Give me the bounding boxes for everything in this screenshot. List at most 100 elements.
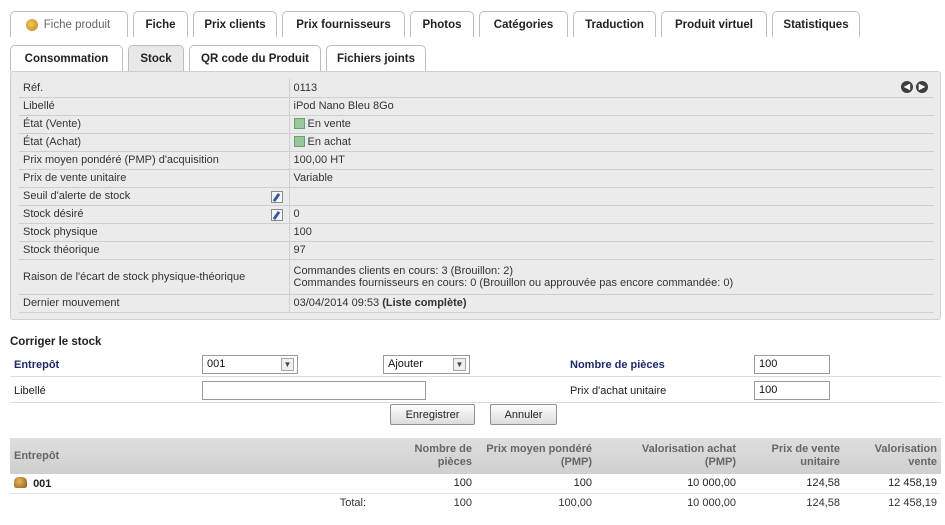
tab-photos[interactable]: Photos (410, 11, 474, 37)
stock-physique-label: Stock physique (19, 223, 290, 242)
tab-consommation[interactable]: Consommation (10, 45, 123, 71)
tab-bar-primary: Fiche produit Fiche Prix clients Prix fo… (10, 11, 865, 37)
info-row-stock-theorique: Stock théorique 97 (19, 241, 934, 260)
tab-fichiers-joints[interactable]: Fichiers joints (326, 45, 426, 71)
warehouse-stock-table: Entrepôt Nombre de pièces Prix moyen pon… (10, 438, 941, 512)
form-row-libelle: Libellé Prix d'achat unitaire 100 (10, 380, 941, 403)
edit-seuil-icon[interactable] (270, 190, 283, 203)
prix-vente-value: Variable (289, 169, 934, 188)
col-valorisation-vente: Valorisation vente (844, 438, 941, 474)
row-val-vente: 12 458,19 (844, 474, 941, 494)
tab-qr-code[interactable]: QR code du Produit (189, 45, 321, 71)
total-pmp: 100,00 (476, 492, 596, 512)
tab-prix-fournisseurs[interactable]: Prix fournisseurs (282, 11, 405, 37)
info-row-ref: Réf. 0113 ◀ ▶ (19, 79, 934, 98)
etat-achat-label: État (Achat) (19, 133, 290, 152)
next-record-icon[interactable]: ▶ (916, 81, 928, 93)
etat-vente-label: État (Vente) (19, 115, 290, 134)
chevron-down-icon: ▼ (281, 358, 294, 371)
tab-statistiques[interactable]: Statistiques (772, 11, 860, 37)
row-val-achat: 10 000,00 (596, 474, 740, 494)
ref-label: Réf. (19, 79, 290, 98)
row-pv: 124,58 (740, 474, 844, 494)
raison-line-fournisseurs: Commandes fournisseurs en cours: 0 (Brou… (293, 276, 734, 289)
raison-line-clients: Commandes clients en cours: 3 (Brouillon… (293, 264, 513, 277)
info-row-prix-vente: Prix de vente unitaire Variable (19, 169, 934, 188)
libelle-value: iPod Nano Bleu 8Go (289, 97, 934, 116)
product-icon (25, 18, 38, 31)
etat-vente-value: En vente (307, 118, 351, 130)
tab-stock[interactable]: Stock (128, 45, 184, 71)
product-info-card: Réf. 0113 ◀ ▶ Libellé iPod Nano Bleu 8Go… (10, 71, 941, 320)
chevron-down-icon: ▼ (453, 358, 466, 371)
col-prix-vente: Prix de vente unitaire (740, 438, 844, 474)
prix-achat-label: Prix d'achat unitaire (570, 385, 667, 397)
table-header-row: Entrepôt Nombre de pièces Prix moyen pon… (10, 438, 941, 474)
info-row-etat-achat: État (Achat) En achat (19, 133, 934, 152)
action-select-value: Ajouter (388, 358, 423, 370)
dernier-mouvement-label: Dernier mouvement (19, 294, 290, 313)
col-pmp: Prix moyen pondéré (PMP) (476, 438, 596, 474)
record-nav: ◀ ▶ (901, 81, 928, 93)
nombre-pieces-input[interactable]: 100 (754, 355, 830, 374)
info-row-pmp: Prix moyen pondéré (PMP) d'acquisition 1… (19, 151, 934, 170)
tab-produit-virtuel[interactable]: Produit virtuel (661, 11, 767, 37)
dernier-mouvement-value: 03/04/2014 09:53 (293, 297, 380, 309)
total-val-vente: 12 458,19 (844, 492, 941, 512)
libelle-label: Libellé (19, 97, 290, 116)
row-pmp: 100 (476, 474, 596, 494)
cancel-button[interactable]: Annuler (490, 404, 557, 425)
previous-record-icon[interactable]: ◀ (901, 81, 913, 93)
pmp-value: 100,00 HT (289, 151, 934, 170)
stock-theorique-label: Stock théorique (19, 241, 290, 260)
seuil-label: Seuil d'alerte de stock (23, 190, 131, 202)
info-row-etat-vente: État (Vente) En vente (19, 115, 934, 134)
raison-label: Raison de l'écart de stock physique-théo… (19, 259, 290, 295)
correct-stock-title: Corriger le stock (10, 336, 102, 348)
pmp-label: Prix moyen pondéré (PMP) d'acquisition (19, 151, 290, 170)
total-nombre: 100 (370, 492, 476, 512)
product-info-table: Réf. 0113 ◀ ▶ Libellé iPod Nano Bleu 8Go… (19, 79, 934, 313)
nombre-pieces-label: Nombre de pièces (570, 359, 665, 371)
total-val-achat: 10 000,00 (596, 492, 740, 512)
stock-desire-label: Stock désiré (23, 208, 84, 220)
info-row-stock-physique: Stock physique 100 (19, 223, 934, 242)
edit-stock-desire-icon[interactable] (270, 208, 283, 221)
stock-physique-value: 100 (289, 223, 934, 242)
libelle-field-label: Libellé (14, 385, 46, 397)
info-row-libelle: Libellé iPod Nano Bleu 8Go (19, 97, 934, 116)
status-on-sale-icon (293, 118, 305, 129)
row-nombre: 100 (370, 474, 476, 494)
entrepot-select[interactable]: 001 ▼ (202, 355, 298, 374)
entrepot-label: Entrepôt (14, 359, 60, 371)
total-pv: 124,58 (740, 492, 844, 512)
info-row-raison: Raison de l'écart de stock physique-théo… (19, 259, 934, 295)
total-label: Total: (10, 492, 370, 512)
table-row: 001 100 100 10 000,00 124,58 12 458,19 (10, 474, 941, 494)
entrepot-select-value: 001 (207, 358, 226, 370)
warehouse-link[interactable]: 001 (33, 478, 51, 490)
tab-traduction[interactable]: Traduction (573, 11, 656, 37)
save-button[interactable]: Enregistrer (390, 404, 475, 425)
libelle-input[interactable] (202, 381, 426, 400)
stock-desire-value: 0 (289, 205, 934, 224)
prix-achat-input[interactable]: 100 (754, 381, 830, 400)
action-select[interactable]: Ajouter ▼ (383, 355, 470, 374)
liste-complete-link[interactable]: (Liste complète) (382, 297, 466, 309)
etat-achat-value: En achat (307, 136, 351, 148)
ref-value: 0113 (293, 81, 318, 94)
col-nombre-pieces: Nombre de pièces (370, 438, 476, 474)
col-entrepot: Entrepôt (10, 438, 370, 474)
prix-vente-label: Prix de vente unitaire (19, 169, 290, 188)
tab-fiche[interactable]: Fiche (133, 11, 188, 37)
table-total-row: Total: 100 100,00 10 000,00 124,58 12 45… (10, 492, 941, 512)
tab-bar-secondary: Consommation Stock QR code du Produit Fi… (10, 45, 431, 71)
form-row-entrepot: Entrepôt 001 ▼ Ajouter ▼ Nombre de pièce… (10, 354, 941, 377)
warehouse-icon (14, 476, 27, 488)
tab-prix-clients[interactable]: Prix clients (193, 11, 277, 37)
col-valorisation-achat: Valorisation achat (PMP) (596, 438, 740, 474)
tab-categories[interactable]: Catégories (479, 11, 568, 37)
info-row-stock-desire: Stock désiré 0 (19, 205, 934, 224)
status-on-purchase-icon (293, 136, 305, 147)
tab-fiche-produit[interactable]: Fiche produit (10, 11, 128, 37)
